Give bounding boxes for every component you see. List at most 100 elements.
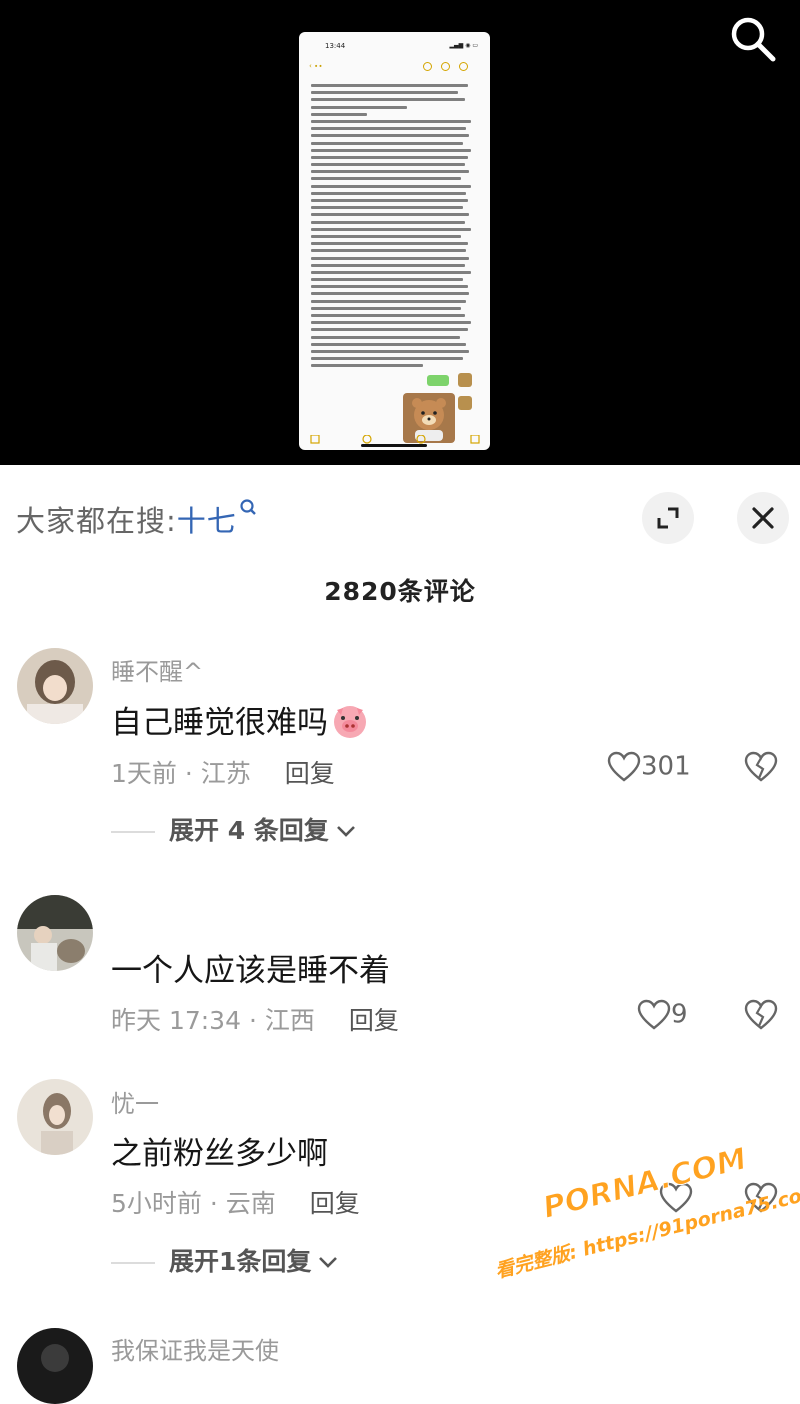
phone-text-line <box>311 278 463 282</box>
phone-text-line <box>311 335 460 339</box>
phone-status-time: 13:44 <box>325 42 346 50</box>
like-count: 9 <box>671 999 688 1030</box>
like-button[interactable]: 9 <box>637 999 688 1031</box>
search-button[interactable] <box>726 12 780 66</box>
phone-text-line <box>311 242 468 246</box>
avatar[interactable] <box>17 1079 93 1155</box>
phone-text-line <box>311 357 463 361</box>
phone-text-line <box>311 249 467 253</box>
phone-back-icon: ‹ ∙∙ <box>309 62 323 70</box>
close-icon <box>752 507 774 529</box>
broken-heart-icon <box>744 751 778 782</box>
search-icon <box>731 17 776 62</box>
phone-text-line <box>311 285 468 289</box>
comment-text[interactable]: 一个人应该是睡不着 <box>111 945 390 990</box>
expand-replies-label: 展开1条回复 <box>169 1247 312 1276</box>
search-suggestion-keyword[interactable]: 十七 <box>177 504 237 538</box>
phone-text-line <box>311 105 407 109</box>
phone-text-line <box>311 206 463 210</box>
phone-text-line <box>311 191 467 195</box>
comment-username[interactable]: 我保证我是天使 <box>111 1331 279 1366</box>
comment-count: 2820条评论 <box>324 577 476 606</box>
divider-dash <box>111 1262 155 1264</box>
phone-text-line <box>311 342 467 346</box>
comment-username[interactable]: 忧一 <box>111 1084 159 1119</box>
comment-meta: 5小时前 · 云南 回复 <box>111 1184 360 1220</box>
phone-text-line <box>311 306 462 310</box>
phone-text-line <box>311 213 470 217</box>
phone-text-line <box>311 170 470 174</box>
phone-text-line <box>311 256 470 260</box>
avatar[interactable] <box>17 648 93 724</box>
search-suggestion-prefix: 大家都在搜: <box>16 504 177 538</box>
video-player[interactable]: 13:44 ▂▄▆ ◉ ▭ ‹ ∙∙ <box>0 0 800 465</box>
phone-text-line <box>311 263 465 267</box>
reply-button[interactable]: 回复 <box>349 1006 399 1035</box>
like-count: 301 <box>641 751 691 782</box>
comment-time-location: 5小时前 · 云南 <box>111 1189 276 1218</box>
comment-text[interactable]: 自己睡觉很难吗 <box>111 697 369 742</box>
phone-text-line <box>311 134 470 138</box>
expand-icon <box>657 507 679 529</box>
avatar[interactable] <box>17 895 93 971</box>
phone-chat-avatar <box>458 396 472 410</box>
comment-meta: 昨天 17:34 · 江西 回复 <box>111 1001 399 1037</box>
phone-text-line <box>311 220 465 224</box>
comment-username[interactable]: 睡不醒^ <box>111 652 203 687</box>
expand-replies-label: 展开 4 条回复 <box>169 816 329 845</box>
comment-text[interactable]: 之前粉丝多少啊 <box>111 1128 328 1173</box>
video-frame-phone-screenshot: 13:44 ▂▄▆ ◉ ▭ ‹ ∙∙ <box>299 32 490 450</box>
heart-icon <box>607 751 641 782</box>
phone-text-line <box>311 270 471 274</box>
chevron-down-icon <box>336 826 355 837</box>
phone-text-line <box>311 199 468 202</box>
reply-button[interactable]: 回复 <box>285 759 335 788</box>
chevron-down-icon <box>319 1257 338 1268</box>
pig-face-emoji-icon <box>334 706 366 738</box>
phone-text-line <box>311 328 468 332</box>
phone-text-line <box>311 227 471 231</box>
phone-attach-icon <box>441 62 450 71</box>
phone-share-icon <box>423 62 432 71</box>
phone-text-line <box>311 163 465 167</box>
phone-text-line <box>311 299 467 303</box>
phone-more-icon <box>459 62 468 71</box>
comment-text-content: 自己睡觉很难吗 <box>111 705 328 741</box>
phone-text-line <box>311 292 470 296</box>
dislike-button[interactable] <box>743 999 779 1031</box>
heart-icon <box>637 999 671 1030</box>
phone-text-line <box>311 148 471 152</box>
expand-button[interactable] <box>642 492 694 544</box>
comment-time-location: 1天前 · 江苏 <box>111 759 251 788</box>
phone-text-line <box>311 84 468 87</box>
phone-text-line <box>311 177 462 181</box>
phone-note-text <box>311 84 471 372</box>
phone-text-line <box>311 127 467 131</box>
phone-text-line <box>311 314 465 317</box>
comment-meta: 1天前 · 江苏 回复 <box>111 754 335 790</box>
broken-heart-icon <box>744 999 778 1030</box>
reply-button[interactable]: 回复 <box>310 1189 360 1218</box>
phone-text-line <box>311 141 463 145</box>
phone-notes-toolbar: ‹ ∙∙ <box>305 62 484 74</box>
expand-replies-button[interactable]: 展开 4 条回复 <box>111 811 357 847</box>
phone-text-line <box>311 119 471 123</box>
divider-dash <box>111 831 155 833</box>
phone-text-line <box>311 321 471 325</box>
close-button[interactable] <box>737 492 789 544</box>
phone-chat-avatar <box>458 373 472 387</box>
phone-text-line <box>311 234 462 238</box>
search-small-icon <box>240 499 256 515</box>
phone-text-line <box>311 155 468 159</box>
phone-text-line <box>311 349 470 353</box>
phone-status-icons: ▂▄▆ ◉ ▭ <box>449 42 478 49</box>
phone-chat-bubble <box>427 375 449 386</box>
like-button[interactable]: 301 <box>607 751 691 783</box>
expand-replies-button[interactable]: 展开1条回复 <box>111 1242 339 1278</box>
comment-time-location: 昨天 17:34 · 江西 <box>111 1006 315 1035</box>
search-suggestion[interactable]: 大家都在搜:十七 <box>16 498 259 540</box>
avatar[interactable] <box>17 1328 93 1404</box>
dislike-button[interactable] <box>743 751 779 783</box>
phone-text-line <box>311 91 459 95</box>
phone-home-indicator <box>361 444 427 447</box>
